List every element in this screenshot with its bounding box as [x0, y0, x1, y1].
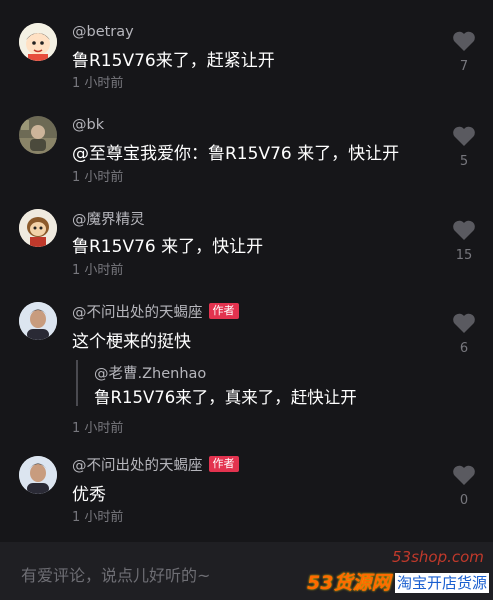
- like-button[interactable]: 5: [450, 125, 478, 169]
- person-avatar-icon: [19, 302, 57, 340]
- author-badge: 作者: [208, 456, 239, 472]
- heart-icon: [453, 313, 475, 333]
- avatar[interactable]: [19, 116, 57, 154]
- heart-icon: [453, 220, 475, 240]
- comment-input[interactable]: 有爱评论，说点儿好听的~: [21, 562, 210, 586]
- like-button[interactable]: 6: [450, 312, 478, 356]
- comment-author[interactable]: @不问出处的天蝎座: [72, 454, 203, 475]
- cartoon-character-avatar-icon: [19, 209, 57, 247]
- heart-icon: [453, 126, 475, 146]
- like-button[interactable]: 15: [450, 219, 478, 263]
- like-button[interactable]: 7: [450, 30, 478, 74]
- watermark-domain: 53shop.com: [392, 548, 484, 566]
- comment-author[interactable]: @魔界精灵: [72, 208, 145, 229]
- reply-text: 鲁R15V76来了，真来了，赶快让开: [94, 388, 357, 407]
- like-count: 15: [455, 248, 473, 263]
- reply-author[interactable]: @老曹.Zhenhao: [94, 362, 206, 383]
- comment-author[interactable]: @betray: [72, 24, 134, 40]
- cartoon-boy-avatar-icon: [19, 23, 57, 61]
- comment-text: 优秀: [72, 485, 106, 505]
- comment-text: 这个梗来的挺快: [72, 332, 191, 352]
- avatar[interactable]: [19, 209, 57, 247]
- comment-author[interactable]: @bk: [72, 117, 104, 133]
- avatar[interactable]: [19, 456, 57, 494]
- comment-list: @betray 鲁R15V76来了，赶紧让开 1 小时前 7 @bk @至尊宝我…: [0, 0, 493, 540]
- like-count: 6: [459, 341, 469, 356]
- avatar[interactable]: [19, 302, 57, 340]
- like-count: 7: [459, 59, 469, 74]
- person-avatar-icon: [19, 456, 57, 494]
- heart-icon: [453, 31, 475, 51]
- watermark-slogan: 淘宝开店货源: [395, 573, 490, 593]
- comment-time: 1 小时前: [72, 170, 124, 185]
- quoted-reply[interactable]: @老曹.Zhenhao 鲁R15V76来了，真来了，赶快让开: [76, 360, 448, 407]
- like-count: 5: [459, 154, 469, 169]
- author-badge: 作者: [208, 303, 239, 319]
- photo-avatar-icon: [19, 116, 57, 154]
- comment-time: 1 小时前: [72, 76, 124, 91]
- comment-text: 鲁R15V76 来了，快让开: [72, 237, 264, 257]
- comment-time: 1 小时前: [72, 263, 124, 278]
- comment-text: @至尊宝我爱你：鲁R15V76 来了，快让开: [72, 144, 400, 164]
- watermark-badge: 53货源网 淘宝开店货源: [307, 569, 493, 597]
- avatar[interactable]: [19, 23, 57, 61]
- like-button[interactable]: 0: [450, 464, 478, 508]
- watermark-logo: 53货源网: [307, 572, 391, 594]
- comment-time: 1 小时前: [72, 510, 124, 525]
- comment-time: 1 小时前: [72, 421, 124, 436]
- comment-author[interactable]: @不问出处的天蝎座: [72, 301, 203, 322]
- heart-icon: [453, 465, 475, 485]
- comment-text: 鲁R15V76来了，赶紧让开: [72, 51, 275, 71]
- like-count: 0: [459, 493, 469, 508]
